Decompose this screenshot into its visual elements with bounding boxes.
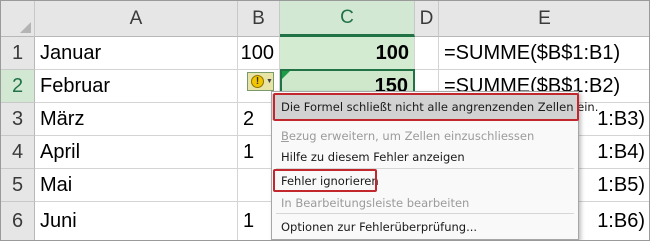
menu-separator [276, 213, 574, 214]
highlight-box-ignore [273, 169, 377, 192]
column-label: B [252, 7, 265, 29]
error-smart-tag-button[interactable]: ! ▼ [247, 72, 274, 91]
column-header-b[interactable]: B [238, 1, 280, 37]
column-label: D [419, 7, 434, 29]
row-header-6[interactable]: 6 [1, 202, 35, 240]
menu-item-extend-range[interactable]: Bezug erweitern, um Zellen einzuschliess… [281, 129, 534, 143]
row-header-5[interactable]: 5 [1, 169, 35, 202]
cell-d1[interactable] [415, 37, 439, 70]
column-label: C [340, 6, 354, 28]
warning-icon: ! [251, 75, 264, 88]
row-header-2[interactable]: 2 [1, 70, 35, 103]
menu-item-label: Optionen zur Fehlerüberprüfung... [281, 220, 478, 234]
menu-item-error-check-options[interactable]: Optionen zur Fehlerüberprüfung... [281, 220, 477, 234]
column-label: E [538, 7, 551, 29]
column-header-a[interactable]: A [35, 1, 238, 37]
menu-item-help[interactable]: Hilfe zu diesem Fehler anzeigen [281, 150, 465, 164]
row-number: 6 [11, 210, 24, 232]
select-all-triangle-icon [20, 22, 31, 33]
row-header-3[interactable]: 3 [1, 103, 35, 136]
cell-a4[interactable]: April [35, 136, 238, 169]
cell-b1[interactable]: 100 [238, 37, 280, 70]
row-number: 1 [11, 41, 24, 64]
cell-a2[interactable]: Februar [35, 70, 238, 103]
highlight-box-title [273, 93, 579, 121]
cell-a3[interactable]: März [35, 103, 238, 136]
row-number: 4 [11, 140, 24, 163]
dropdown-arrow-icon: ▼ [266, 78, 273, 85]
error-options-menu: Die Formel schließt nicht alle angrenzen… [271, 91, 598, 240]
row-header-1[interactable]: 1 [1, 37, 35, 70]
row-number: 3 [11, 107, 24, 130]
cell-a6[interactable]: Juni [35, 202, 238, 240]
row-header-4[interactable]: 4 [1, 136, 35, 169]
select-all-corner[interactable] [1, 1, 35, 37]
error-indicator-icon [282, 71, 290, 79]
column-header-c[interactable]: C [280, 1, 415, 37]
row-number: 5 [11, 173, 24, 196]
cell-c1[interactable]: 100 [280, 37, 415, 70]
cell-a1[interactable]: Januar [35, 37, 238, 70]
menu-item-label: Hilfe zu diesem Fehler anzeigen [281, 150, 465, 164]
menu-item-edit-in-formula-bar[interactable]: In Bearbeitungsleiste bearbeiten [281, 196, 469, 210]
column-header-d[interactable]: D [415, 1, 439, 37]
row-number: 2 [11, 74, 24, 97]
cell-a5[interactable]: Mai [35, 169, 238, 202]
column-header-e[interactable]: E [439, 1, 649, 37]
column-label: A [129, 7, 143, 29]
cell-e1[interactable]: =SUMME($B$1:B1) [439, 37, 649, 70]
menu-item-label: ezug erweitern, um Zellen einzuschliesse… [288, 129, 535, 143]
menu-item-label: In Bearbeitungsleiste bearbeiten [281, 196, 470, 210]
excel-window: A B C D E 1 2 3 4 5 6 Januar 100 100 =SU… [0, 0, 650, 241]
